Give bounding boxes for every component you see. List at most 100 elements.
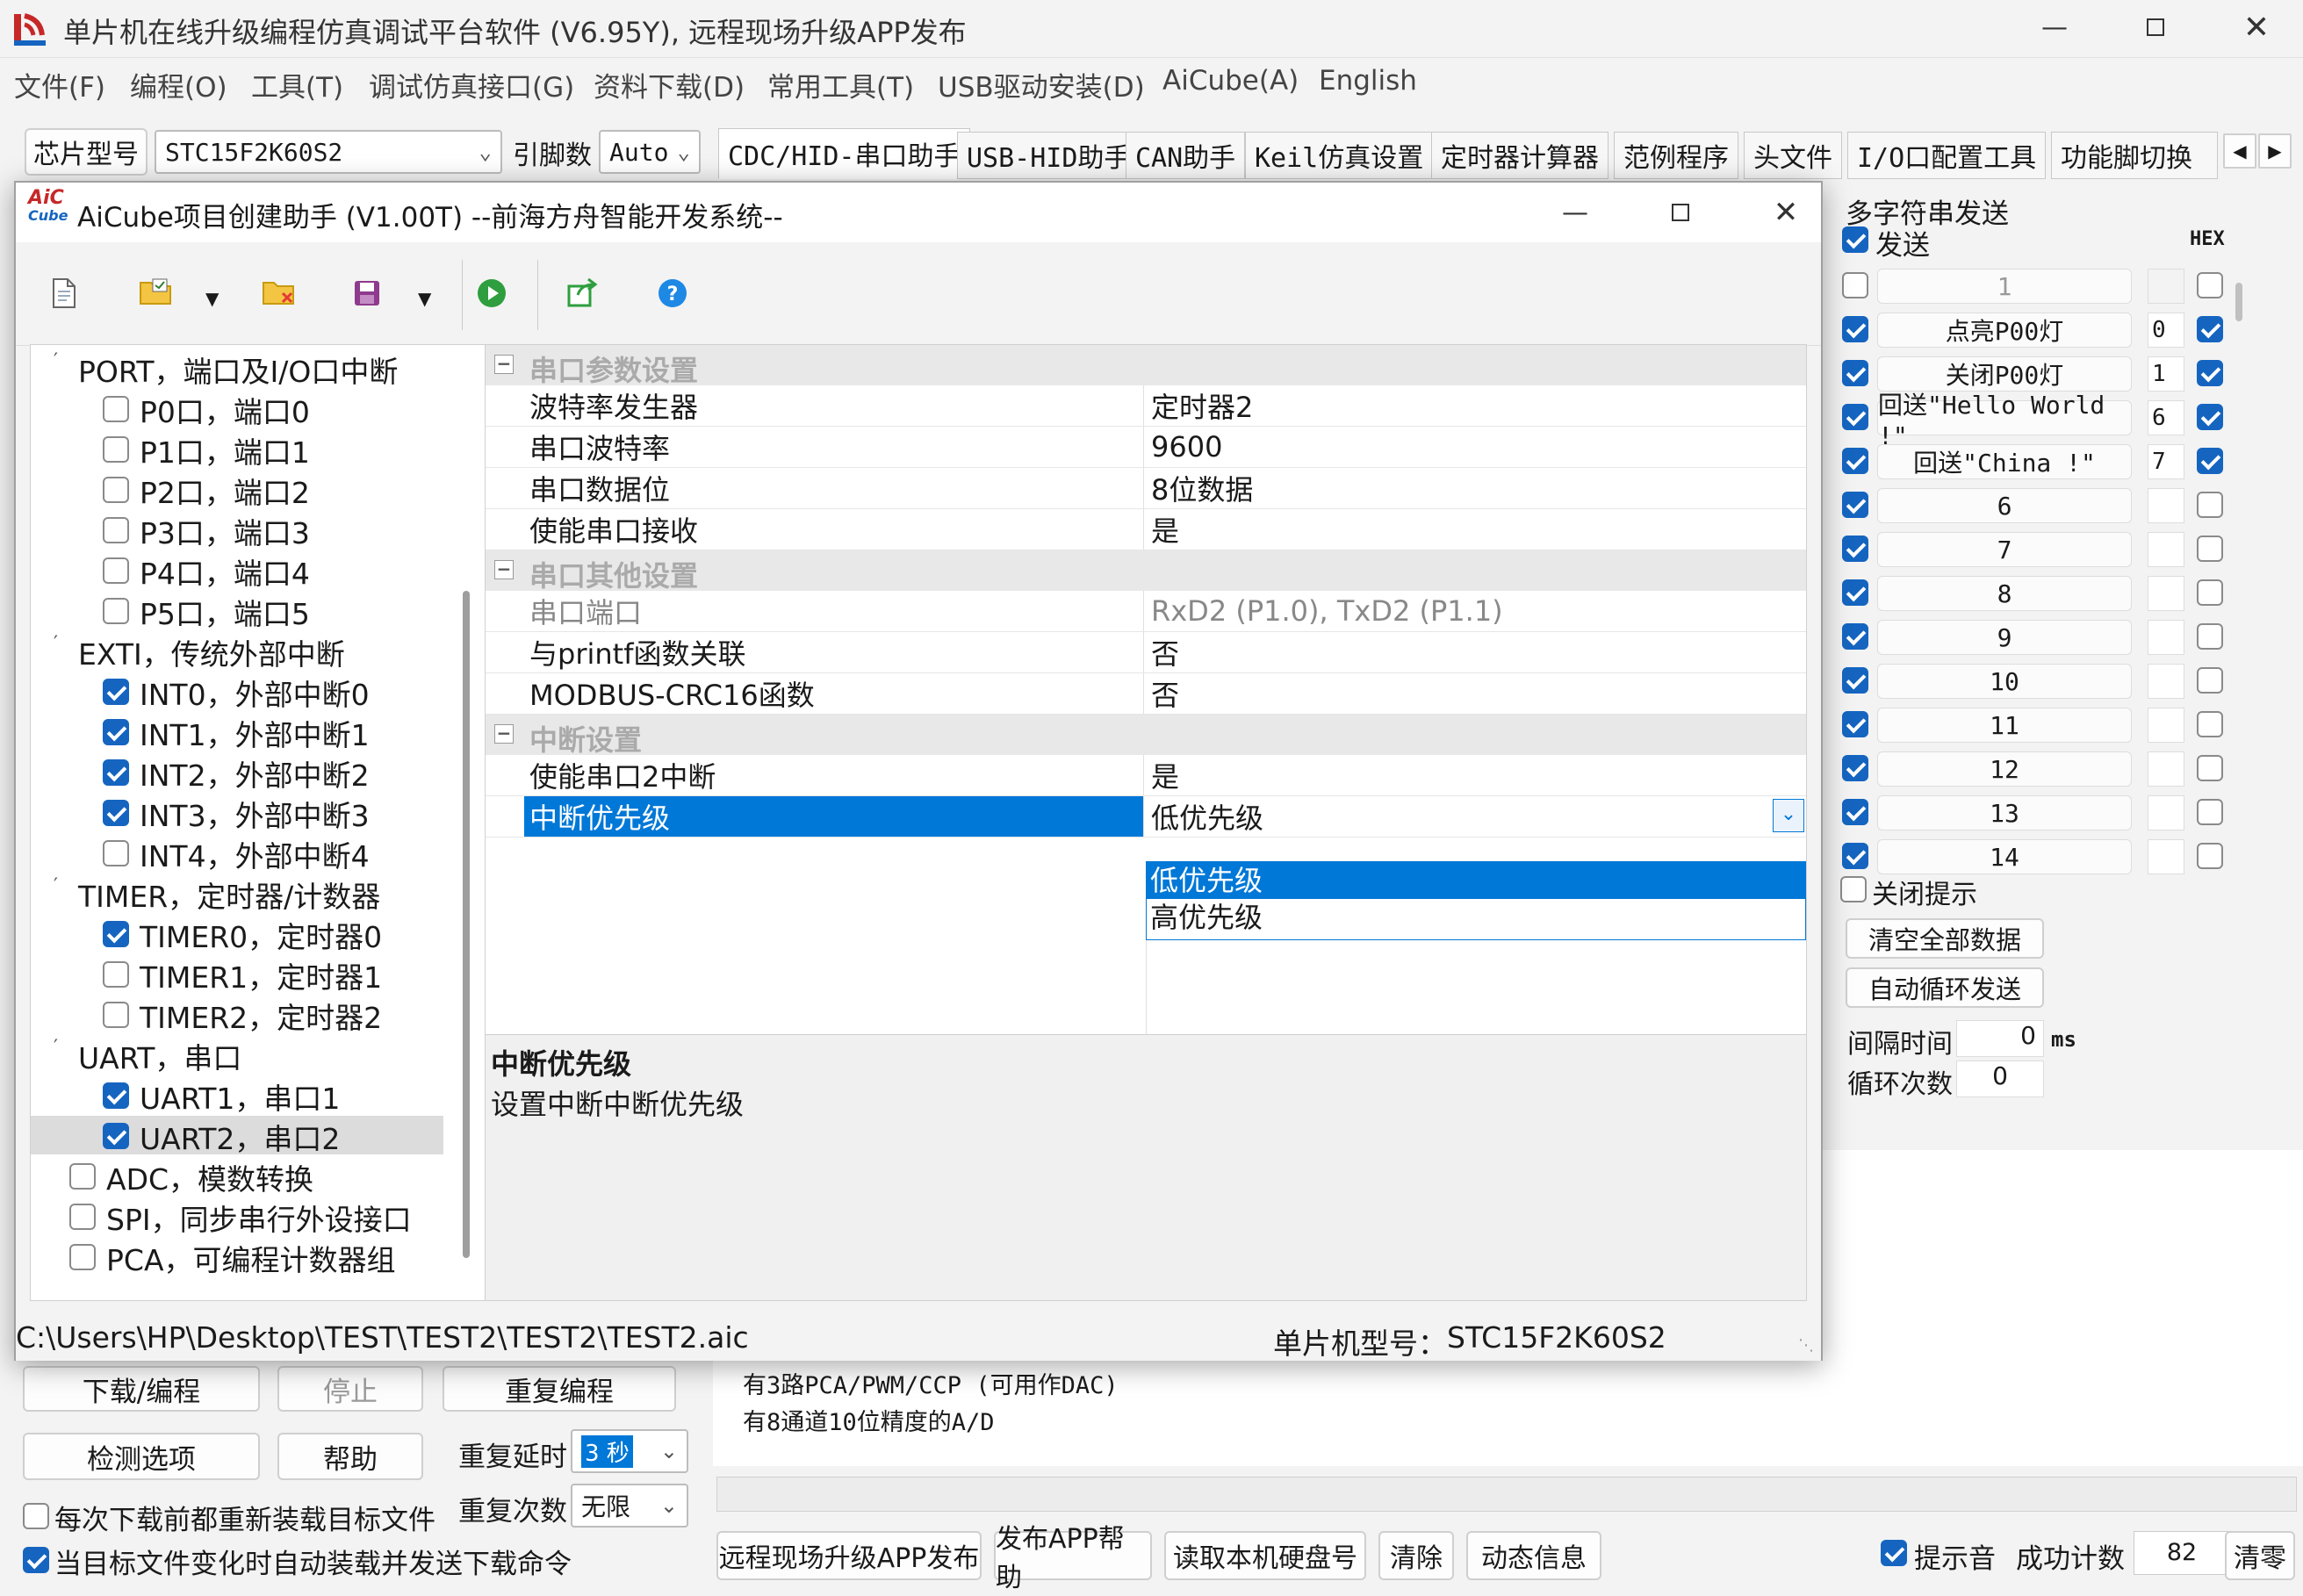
tree-item-checkbox[interactable] [103,557,129,584]
send-shortcut-key[interactable] [2148,708,2184,743]
save-dropdown-icon[interactable]: ▼ [418,288,431,309]
tree-item-checkbox[interactable] [103,517,129,543]
beep-checkbox[interactable] [1881,1540,1907,1566]
hex-checkbox[interactable] [2197,360,2223,386]
chip-model-label[interactable]: 芯片型号 [25,128,148,176]
tree-item-checkbox[interactable] [103,1002,129,1028]
collapse-icon[interactable]: − [494,355,514,374]
send-shortcut-key[interactable] [2148,269,2184,304]
tree-group[interactable]: ′ PORT，端口及I/O口中断 [31,349,443,389]
property-value[interactable]: 否 [1146,632,1804,672]
repeat-count-select[interactable]: 无限 ⌄ [571,1484,688,1528]
hex-checkbox[interactable] [2197,843,2223,869]
property-value[interactable]: 是 [1146,755,1804,795]
tab-pin-switch[interactable]: 功能脚切换 [2051,132,2218,179]
property-category[interactable]: − 中断设置 [486,715,1806,757]
tab-cdc-hid-serial[interactable]: CDC/HID-串口助手 [718,128,970,179]
send-shortcut-key[interactable] [2148,488,2184,523]
send-row-checkbox[interactable] [1842,623,1868,650]
tab-io-config[interactable]: I/O口配置工具 [1847,132,2047,179]
tree-item-checkbox[interactable] [103,840,129,866]
send-string-button[interactable]: 12 [1877,751,2132,787]
dynamic-info-button[interactable]: 动态信息 [1466,1531,1601,1580]
help-icon[interactable]: ? [657,277,688,309]
send-string-button[interactable]: 回送"China !" [1877,444,2132,479]
send-row-checkbox[interactable] [1842,799,1868,825]
tree-item-checkbox[interactable] [103,921,129,947]
hex-checkbox[interactable] [2197,711,2223,737]
hex-checkbox[interactable] [2197,755,2223,781]
read-disk-id-button[interactable]: 读取本机硬盘号 [1164,1531,1366,1580]
send-string-button[interactable]: 13 [1877,795,2132,830]
hex-checkbox[interactable] [2197,667,2223,694]
hex-checkbox[interactable] [2197,448,2223,474]
tree-group[interactable]: ′ EXTI，传统外部中断 [31,631,443,672]
property-value[interactable]: 8位数据 [1146,468,1804,508]
hex-checkbox[interactable] [2197,579,2223,606]
send-row-checkbox[interactable] [1842,360,1868,386]
menu-common-tools[interactable]: 常用工具(T) [767,65,914,104]
tree-item-checkbox[interactable] [103,598,129,624]
new-file-icon[interactable] [51,277,77,309]
tree-item-checkbox[interactable] [103,1123,129,1149]
tree-item-checkbox[interactable] [103,759,129,786]
menu-usb-driver[interactable]: USB驱动安装(D) [938,65,1145,104]
repeat-delay-select[interactable]: 3 秒 ⌄ [571,1429,688,1473]
clear-button[interactable]: 清除 [1378,1531,1454,1580]
hex-checkbox[interactable] [2197,492,2223,518]
tree-item[interactable]: INT2，外部中断2 [31,752,443,793]
clear-zero-button[interactable]: 清零 [2225,1531,2295,1580]
download-program-button[interactable]: 下载/编程 [23,1366,260,1412]
property-value[interactable]: 9600 [1146,427,1804,467]
tab-examples[interactable]: 范例程序 [1614,132,1738,179]
send-shortcut-key[interactable] [2148,532,2184,567]
tree-item-checkbox[interactable] [103,436,129,463]
auto-loop-send-button[interactable]: 自动循环发送 [1846,967,2044,1008]
send-row-checkbox[interactable] [1842,711,1868,737]
tab-keil-sim[interactable]: Keil仿真设置 [1245,132,1434,179]
tree-item[interactable]: TIMER1，定时器1 [31,954,443,995]
dialog-close-button[interactable]: ✕ [1742,183,1830,242]
send-shortcut-key[interactable] [2148,620,2184,655]
interval-input[interactable]: 0 [1956,1020,2044,1057]
tree-item[interactable]: SPI，同步串行外设接口 [31,1197,443,1237]
close-hint-checkbox[interactable] [1840,876,1867,902]
property-category[interactable]: − 串口参数设置 [486,345,1806,387]
menu-aicube[interactable]: AiCube(A) [1162,65,1299,97]
menu-english[interactable]: English [1319,65,1417,97]
tree-item-checkbox[interactable] [103,961,129,988]
tree-item-checkbox[interactable] [103,800,129,826]
reprogram-button[interactable]: 重复编程 [443,1366,676,1412]
collapse-icon[interactable]: − [494,560,514,579]
chevron-down-icon[interactable]: ⌄ [1773,799,1804,832]
tree-item[interactable]: INT1，外部中断1 [31,712,443,752]
tree-item-checkbox[interactable] [103,1082,129,1109]
send-string-button[interactable]: 6 [1877,488,2132,523]
tree-item-checkbox[interactable] [103,719,129,745]
send-row-checkbox[interactable] [1842,316,1868,342]
tree-expand-icon[interactable]: ′ [54,1037,58,1059]
send-all-checkbox[interactable] [1842,226,1868,253]
auto-send-checkbox[interactable] [23,1547,49,1573]
send-shortcut-key[interactable]: 7 [2148,444,2184,479]
stop-button[interactable]: 停止 [277,1366,423,1412]
send-shortcut-key[interactable] [2148,664,2184,699]
send-string-button[interactable]: 9 [1877,620,2132,655]
tab-usb-hid[interactable]: USB-HID助手 [957,132,1141,179]
tree-item-checkbox[interactable] [103,396,129,422]
tree-item[interactable]: P0口，端口0 [31,389,443,429]
tree-expand-icon[interactable]: ′ [54,350,58,372]
tree-item-checkbox[interactable] [69,1244,96,1270]
minimize-button[interactable]: — [2011,0,2098,54]
export-icon[interactable] [567,277,599,307]
tree-scrollbar[interactable] [463,591,470,1258]
tree-item[interactable]: P2口，端口2 [31,470,443,510]
pin-count-select[interactable]: Auto ⌄ [599,130,701,174]
property-row[interactable]: 使能串口接收是 [486,509,1806,550]
hex-checkbox[interactable] [2197,799,2223,825]
send-shortcut-key[interactable] [2148,751,2184,787]
send-string-button[interactable]: 7 [1877,532,2132,567]
open-folder-icon[interactable] [139,277,174,307]
property-value[interactable]: 否 [1146,673,1804,714]
chip-model-select[interactable]: STC15F2K60S2 ⌄ [155,130,502,174]
